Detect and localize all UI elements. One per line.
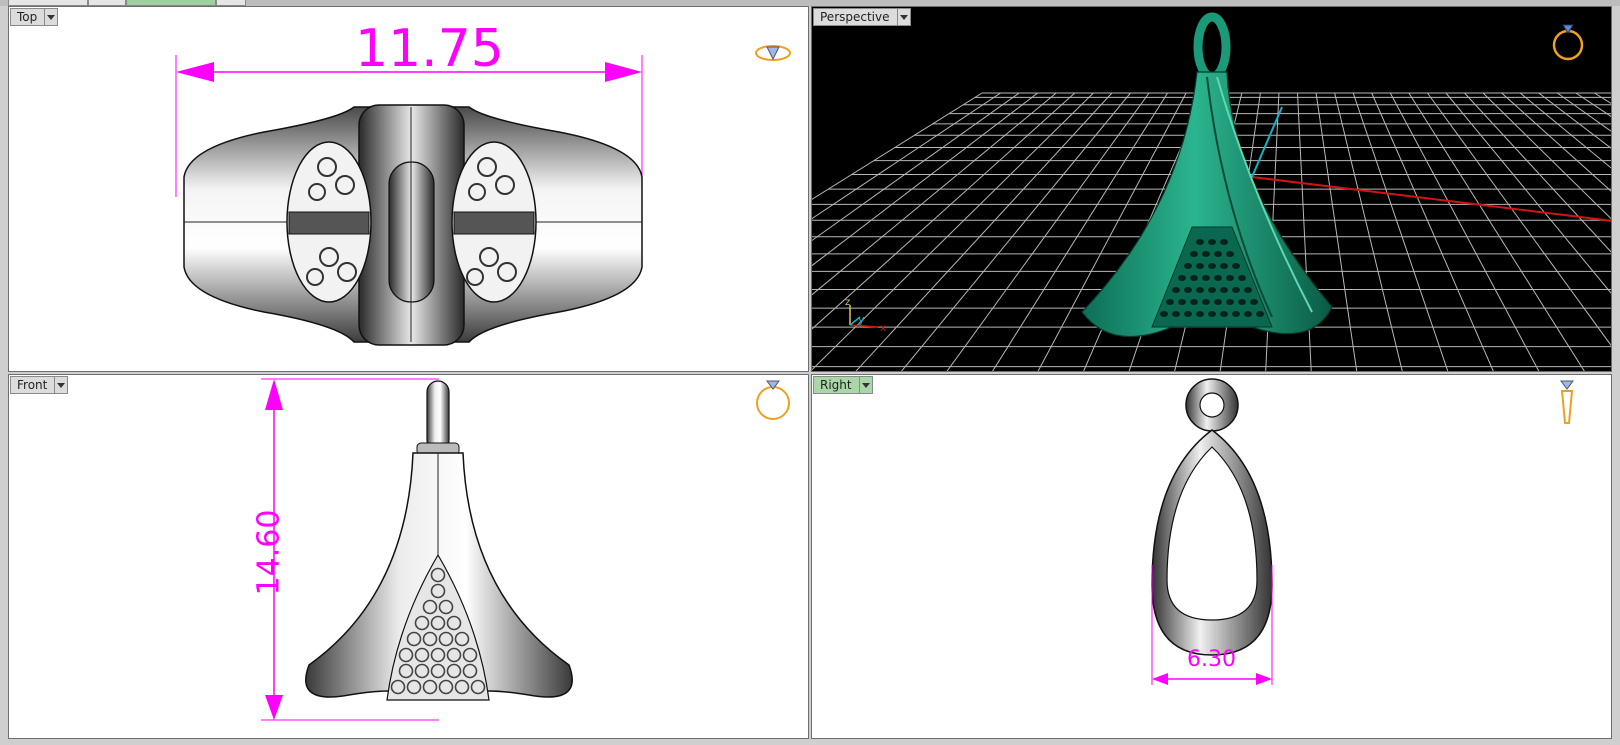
lattice-hole: [1196, 287, 1204, 293]
axis-x-label: x: [880, 323, 886, 334]
perspective-scene: z y x: [812, 12, 1611, 371]
lattice-hole: [1256, 311, 1264, 317]
lattice-hole: [1214, 299, 1222, 305]
lattice-hole: [1226, 251, 1234, 257]
lattice-hole: [1238, 299, 1246, 305]
lattice-hole: [1202, 299, 1210, 305]
lattice-hole: [1244, 287, 1252, 293]
lattice-hole: [1208, 263, 1216, 269]
ring-icon: [755, 45, 791, 61]
lattice-hole: [1160, 311, 1168, 317]
height-dimension-label: 14.60: [251, 509, 287, 596]
front-viewport-label[interactable]: Front: [10, 376, 69, 394]
right-viewport-label[interactable]: Right: [813, 376, 873, 394]
lattice-hole: [1220, 287, 1228, 293]
lattice-hole: [1190, 251, 1198, 257]
lattice-hole: [1214, 275, 1222, 281]
lattice-hole: [1196, 239, 1204, 245]
lattice-hole: [1208, 239, 1216, 245]
lattice-hole: [1232, 263, 1240, 269]
front-viewport[interactable]: Front 14.60: [8, 374, 809, 739]
lattice-hole: [1178, 275, 1186, 281]
lattice-hole: [1232, 287, 1240, 293]
lattice-hole: [1184, 263, 1192, 269]
dimension-arrow: [265, 695, 283, 720]
viewport-name: Front: [17, 378, 48, 392]
right-view-drawing: [1151, 378, 1574, 685]
lattice-hole: [1172, 311, 1180, 317]
lattice-hole: [1220, 239, 1228, 245]
ring-icon: [1560, 380, 1574, 424]
axis-z-label: z: [845, 297, 850, 308]
lattice-hole: [1220, 311, 1228, 317]
ring-icon: [1552, 24, 1584, 61]
lattice-hole: [1190, 299, 1198, 305]
lattice-hole: [1184, 287, 1192, 293]
lattice-hole: [1190, 275, 1198, 281]
x-axis-line: [1251, 176, 1611, 222]
lattice-hole: [1178, 299, 1186, 305]
lattice-hole: [1232, 311, 1240, 317]
lattice-hole: [1244, 311, 1252, 317]
bottom-strip: [0, 739, 1620, 745]
dimension-arrow: [605, 62, 642, 82]
lattice-hole: [1238, 275, 1246, 281]
lattice-hole: [1226, 275, 1234, 281]
pendant-3d-model: [1081, 12, 1333, 338]
top-viewport[interactable]: Top 11.75: [8, 6, 809, 372]
dropdown-arrow-icon[interactable]: [896, 9, 910, 25]
viewport-name: Right: [820, 378, 852, 392]
right-viewport[interactable]: Right 6.30: [811, 374, 1612, 739]
dimension-arrow: [176, 62, 214, 82]
lattice-hole: [1184, 311, 1192, 317]
dimension-arrow: [265, 379, 283, 410]
lattice-hole: [1202, 251, 1210, 257]
dropdown-arrow-icon[interactable]: [44, 9, 57, 25]
lattice-hole: [1172, 287, 1180, 293]
lattice-hole: [1202, 275, 1210, 281]
lattice-hole: [1220, 263, 1228, 269]
viewport-name: Top: [17, 10, 38, 24]
lattice-hole: [1226, 299, 1234, 305]
perspective-viewport-label[interactable]: Perspective: [813, 8, 911, 26]
thickness-dimension-label: 6.30: [1187, 647, 1236, 672]
dropdown-arrow-icon[interactable]: [858, 377, 872, 393]
lattice-hole: [1214, 251, 1222, 257]
dropdown-arrow-icon[interactable]: [54, 377, 67, 393]
top-viewport-label[interactable]: Top: [10, 8, 59, 26]
perspective-viewport[interactable]: Perspective z y x: [811, 6, 1612, 372]
lattice-hole: [1208, 287, 1216, 293]
lattice-hole: [1250, 299, 1258, 305]
lattice-hole: [1196, 311, 1204, 317]
width-dimension-label: 11.75: [355, 19, 504, 79]
lattice-hole: [1196, 263, 1204, 269]
viewport-name: Perspective: [820, 10, 890, 24]
ring-icon: [756, 380, 790, 420]
front-view-drawing: [261, 378, 790, 721]
lattice-hole: [1166, 299, 1174, 305]
axis-y-label: y: [858, 313, 865, 326]
lattice-hole: [1208, 311, 1216, 317]
